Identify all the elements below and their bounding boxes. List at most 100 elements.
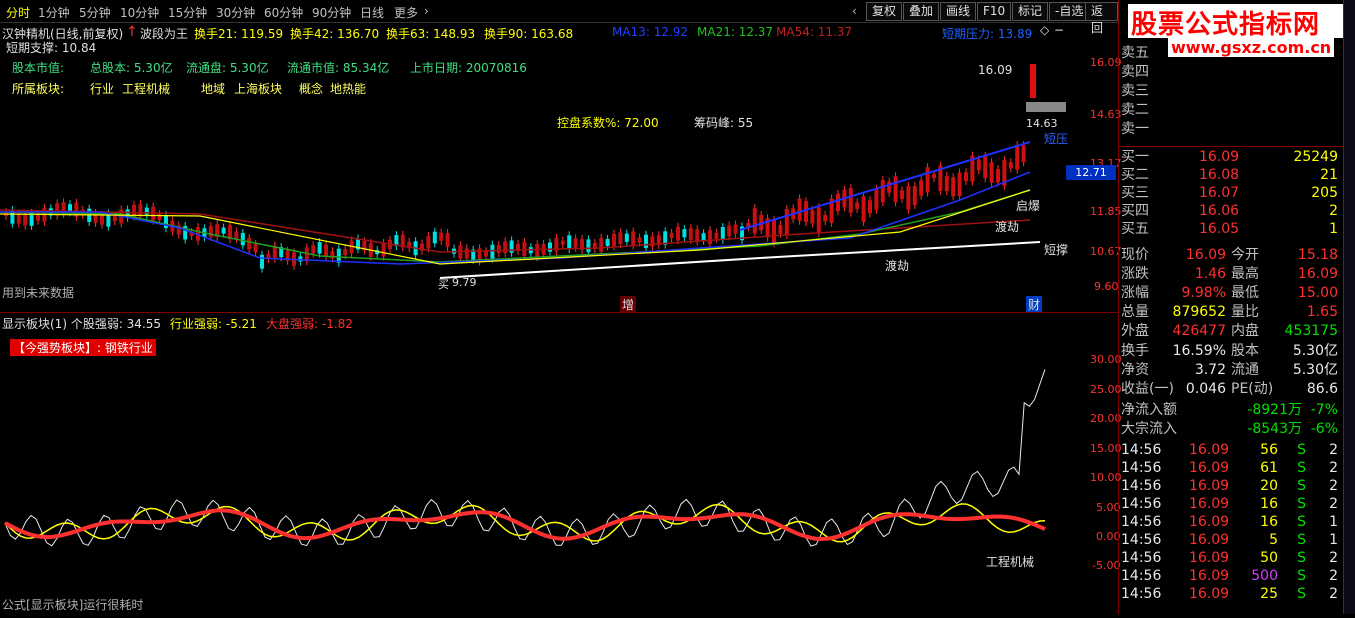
f10-button[interactable]: F10: [977, 2, 1012, 21]
info-concept[interactable]: 地热能: [330, 80, 366, 97]
info-liutongshizhi: 流通市值: 85.34亿: [287, 61, 390, 75]
diejia-button[interactable]: 叠加: [903, 2, 940, 21]
candle-body: [16, 214, 21, 224]
hs63: 换手63: 148.93: [386, 27, 476, 41]
chevron-left-icon[interactable]: ‹: [852, 4, 857, 18]
candle-body: [138, 204, 143, 217]
strong-sector-badge: 【今强势板块】: 钢铁行业: [10, 339, 156, 356]
tick-price: 16.09: [1189, 496, 1230, 512]
tab-more[interactable]: 更多: [394, 4, 418, 21]
tab-10min[interactable]: 10分钟: [120, 4, 159, 21]
candle-body: [484, 251, 488, 257]
fund-value: 16.59%: [1172, 343, 1226, 359]
quote-value: 15.18: [1297, 247, 1338, 263]
logo-title: 股票公式指标网: [1131, 10, 1321, 40]
candle-body: [810, 210, 815, 224]
fuquan-button[interactable]: 复权: [866, 2, 903, 21]
candle-body: [752, 208, 757, 234]
price-tick: 16.09: [1090, 56, 1122, 69]
ask-label: 卖二: [1121, 102, 1149, 118]
quote-value: 426477: [1172, 323, 1226, 339]
info-region[interactable]: 上海板块: [234, 80, 282, 97]
flow-pct: -6%: [1310, 421, 1338, 437]
diamond-icon[interactable]: ◇: [1040, 23, 1049, 37]
zeng-marker[interactable]: 增: [620, 296, 637, 313]
quote-row: 外盘 426477 内盘 453175: [1119, 322, 1344, 340]
tab-5min[interactable]: 5分钟: [79, 4, 111, 21]
bid-volume: 1: [1329, 221, 1338, 237]
fund-row: 收益(一) 0.046 PE(动) 86.6: [1119, 380, 1344, 398]
info-industry[interactable]: 工程机械: [122, 80, 170, 97]
candle-body: [944, 175, 949, 192]
low-tag-label: 14.63: [1026, 117, 1058, 130]
sector-strength-panel[interactable]: 显示板块(1) 个股强弱: 34.55 行业强弱: -5.21 大盘强弱: -1…: [0, 312, 1122, 615]
ask-label: 卖三: [1121, 83, 1149, 99]
tick-count: 1: [1329, 532, 1338, 548]
tick-count: 2: [1329, 442, 1338, 458]
biaoji-button[interactable]: 标记: [1012, 2, 1049, 21]
bid-volume: 205: [1311, 185, 1338, 201]
tick-price: 16.09: [1189, 568, 1230, 584]
hs90: 换手90: 163.68: [484, 27, 574, 41]
strength-tick: 5.00: [1096, 501, 1121, 514]
candle-body: [880, 180, 885, 203]
bid-row: 买三 16.07 205: [1119, 184, 1344, 202]
hs21: 换手21: 119.59: [194, 27, 284, 41]
back-button[interactable]: 返回: [1085, 2, 1118, 35]
candle-body: [624, 233, 629, 242]
duanya-label: 短压: [1044, 132, 1069, 146]
zixuan-button[interactable]: -自选: [1049, 2, 1090, 21]
quote-value: 1.65: [1306, 304, 1338, 320]
tick-price: 16.09: [1189, 532, 1230, 548]
tab-30min[interactable]: 30分钟: [216, 4, 255, 21]
chevron-right-icon[interactable]: ›: [424, 4, 429, 18]
candle-body: [144, 207, 149, 215]
bid-price: 16.09: [1199, 149, 1240, 165]
quote-label: 总量: [1121, 304, 1149, 320]
short-pressure: 短期压力: 13.89: [942, 27, 1033, 41]
tab-15min[interactable]: 15分钟: [168, 4, 207, 21]
candle-body: [234, 231, 239, 239]
tab-90min[interactable]: 90分钟: [312, 4, 351, 21]
strength-svg[interactable]: [0, 313, 1118, 615]
kline-chart-panel[interactable]: 汉钟精机(日线,前复权) ↑ 波段为王 换手21: 119.59 换手42: 1…: [0, 22, 1122, 313]
candle-body: [311, 245, 316, 254]
candle-body: [253, 243, 258, 253]
candle-body: [631, 231, 636, 246]
tick-time: 14:56: [1121, 532, 1162, 548]
huaxian-button[interactable]: 画线: [940, 2, 977, 21]
tick-side: S: [1297, 478, 1306, 494]
candle-body: [55, 203, 60, 216]
candle-body: [816, 207, 821, 234]
tick-price: 16.09: [1189, 550, 1230, 566]
candle-body: [445, 233, 450, 247]
ma13-value: MA13: 12.92: [612, 25, 689, 39]
side-scroll-edge[interactable]: [1343, 0, 1355, 614]
logo-url: www.gsxz.com.cn: [1168, 38, 1335, 57]
candle-body: [1008, 162, 1013, 169]
future-data-note: 用到未来数据: [2, 286, 75, 300]
candle-body: [1021, 145, 1026, 163]
bid-row: 买一 16.09 25249: [1119, 148, 1344, 166]
candle-body: [855, 202, 860, 209]
tick-count: 2: [1329, 460, 1338, 476]
minus-icon[interactable]: −: [1054, 23, 1064, 37]
tab-daily[interactable]: 日线: [360, 4, 384, 21]
candle-body: [797, 198, 802, 221]
tab-fenshi[interactable]: 分时: [6, 4, 30, 21]
tick-volume: 56: [1260, 442, 1278, 458]
tab-60min[interactable]: 60分钟: [264, 4, 303, 21]
cai-marker[interactable]: 财: [1026, 296, 1043, 313]
candle-body: [381, 242, 386, 257]
tick-count: 1: [1329, 514, 1338, 530]
tab-1min[interactable]: 1分钟: [38, 4, 70, 21]
qibao-label: 启爆: [1016, 199, 1041, 213]
candle-body: [848, 188, 853, 213]
flow-value: -8543万: [1247, 421, 1302, 437]
bid-label: 买四: [1121, 203, 1149, 219]
tick-volume: 50: [1260, 550, 1278, 566]
strength-tick: 10.00: [1090, 471, 1122, 484]
tick-time: 14:56: [1121, 442, 1162, 458]
fund-row: 换手 16.59% 股本 5.30亿: [1119, 342, 1344, 360]
market-strength: 大盘强弱: -1.82: [266, 317, 353, 331]
